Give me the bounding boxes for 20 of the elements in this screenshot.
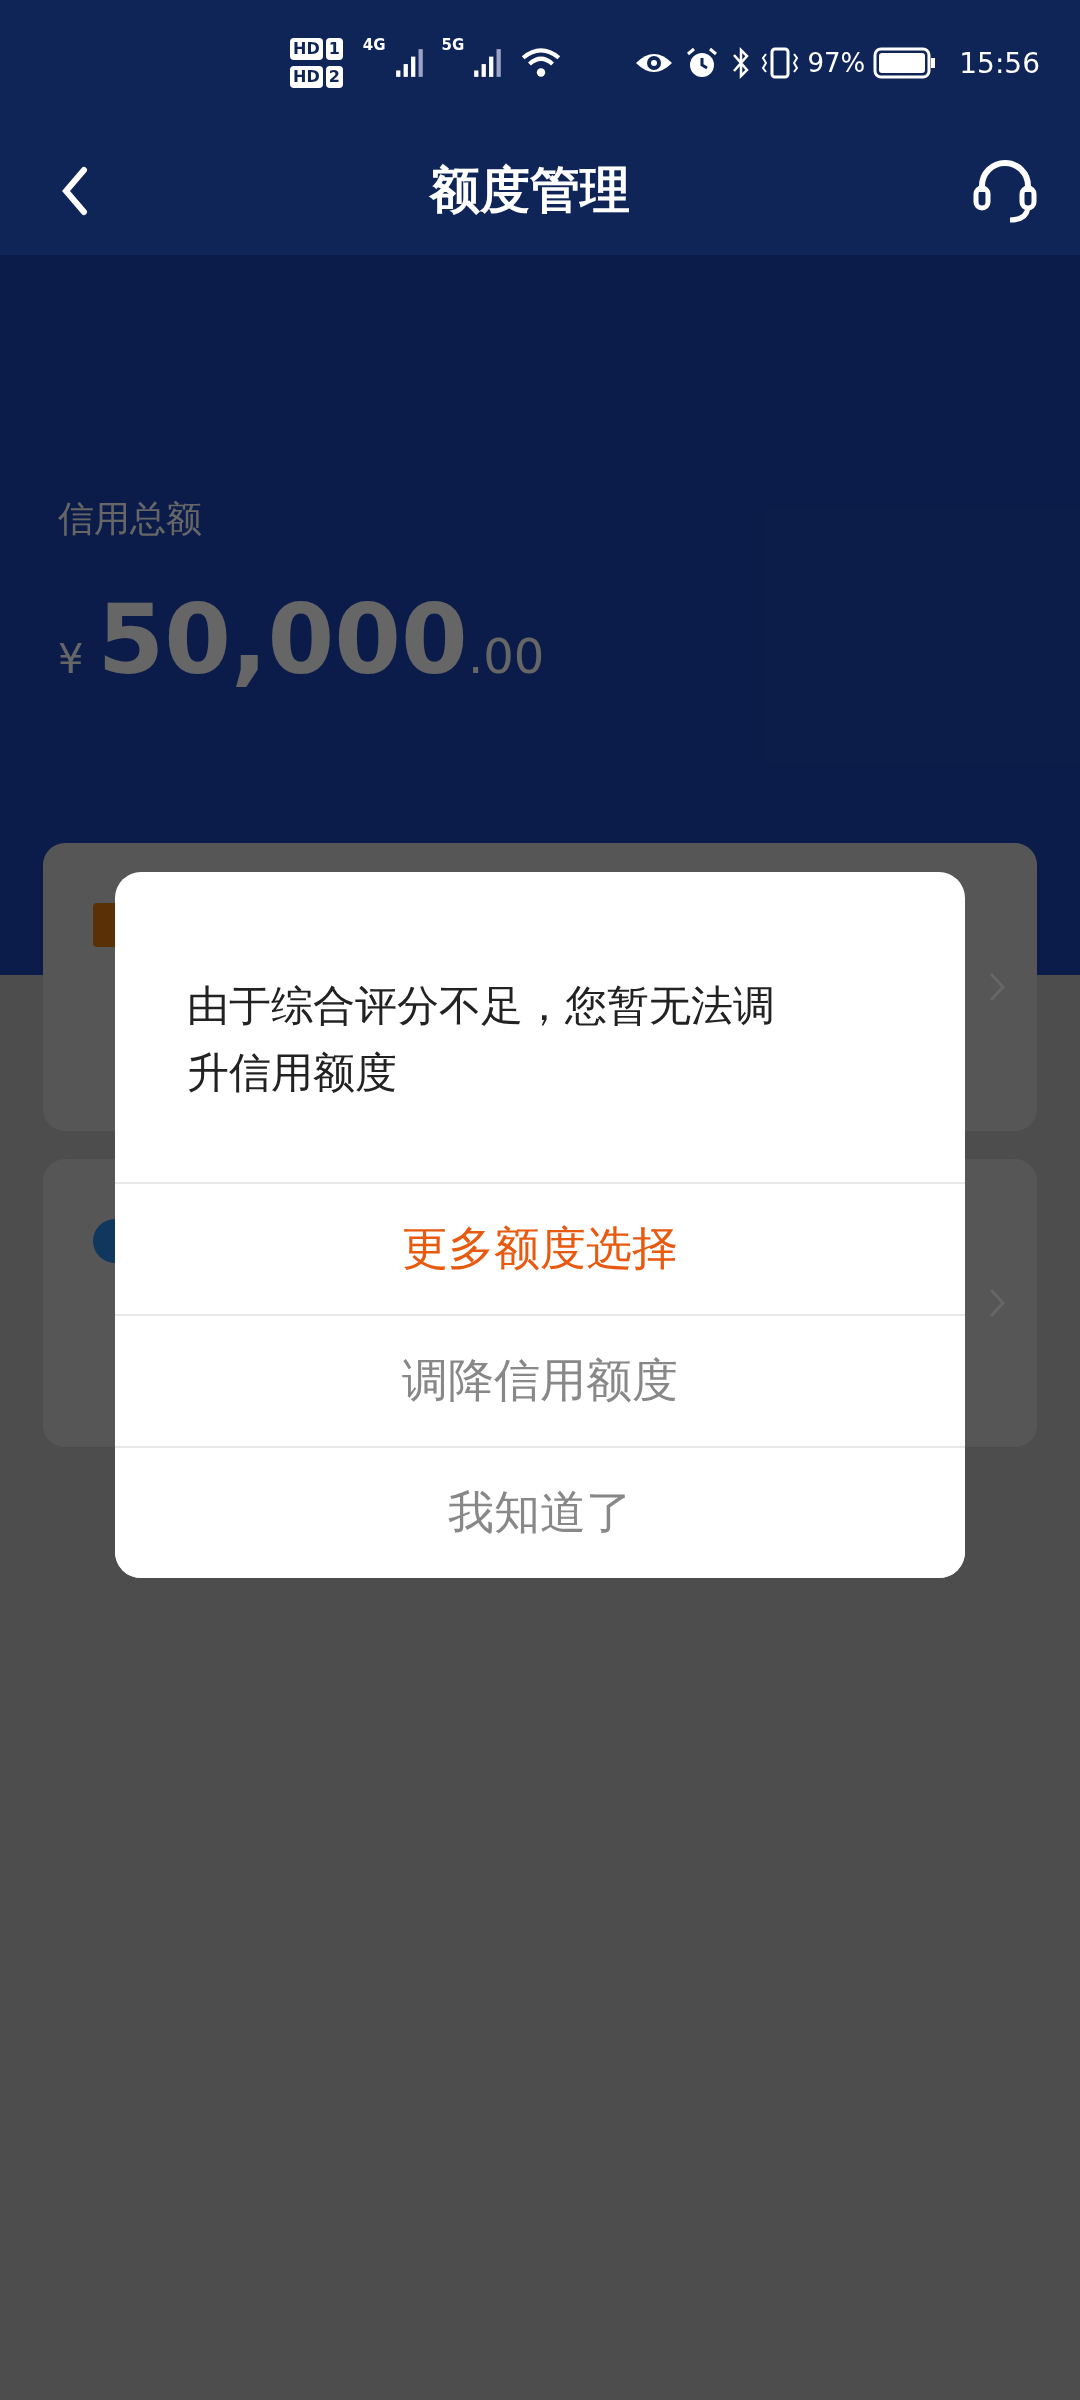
back-button[interactable] bbox=[60, 165, 90, 216]
status-time: 15:56 bbox=[959, 46, 1040, 80]
currency-symbol: ¥ bbox=[58, 636, 84, 682]
total-credit-label: 信用总额 bbox=[58, 497, 202, 541]
credit-decimals: .00 bbox=[467, 628, 545, 684]
sim-slot: 1 bbox=[325, 38, 343, 60]
sim-slot: 2 bbox=[325, 66, 343, 88]
page-title: 额度管理 bbox=[430, 160, 630, 221]
sim-label: HD bbox=[290, 66, 323, 88]
wifi-icon bbox=[520, 47, 563, 79]
network-type: 5G bbox=[441, 36, 465, 54]
sim-label: HD bbox=[290, 38, 323, 60]
dialog-message: 由于综合评分不足，您暂无法调升信用额度 bbox=[187, 980, 776, 1100]
battery-icon bbox=[873, 46, 938, 80]
signal-icon bbox=[393, 47, 426, 79]
battery-percent: 97% bbox=[807, 48, 866, 78]
vibrate-icon bbox=[759, 46, 800, 80]
credit-amount: 50,000 bbox=[97, 584, 468, 696]
dialog-action[interactable]: 我知道了 bbox=[115, 1446, 965, 1579]
network-type: 4G bbox=[362, 36, 386, 54]
